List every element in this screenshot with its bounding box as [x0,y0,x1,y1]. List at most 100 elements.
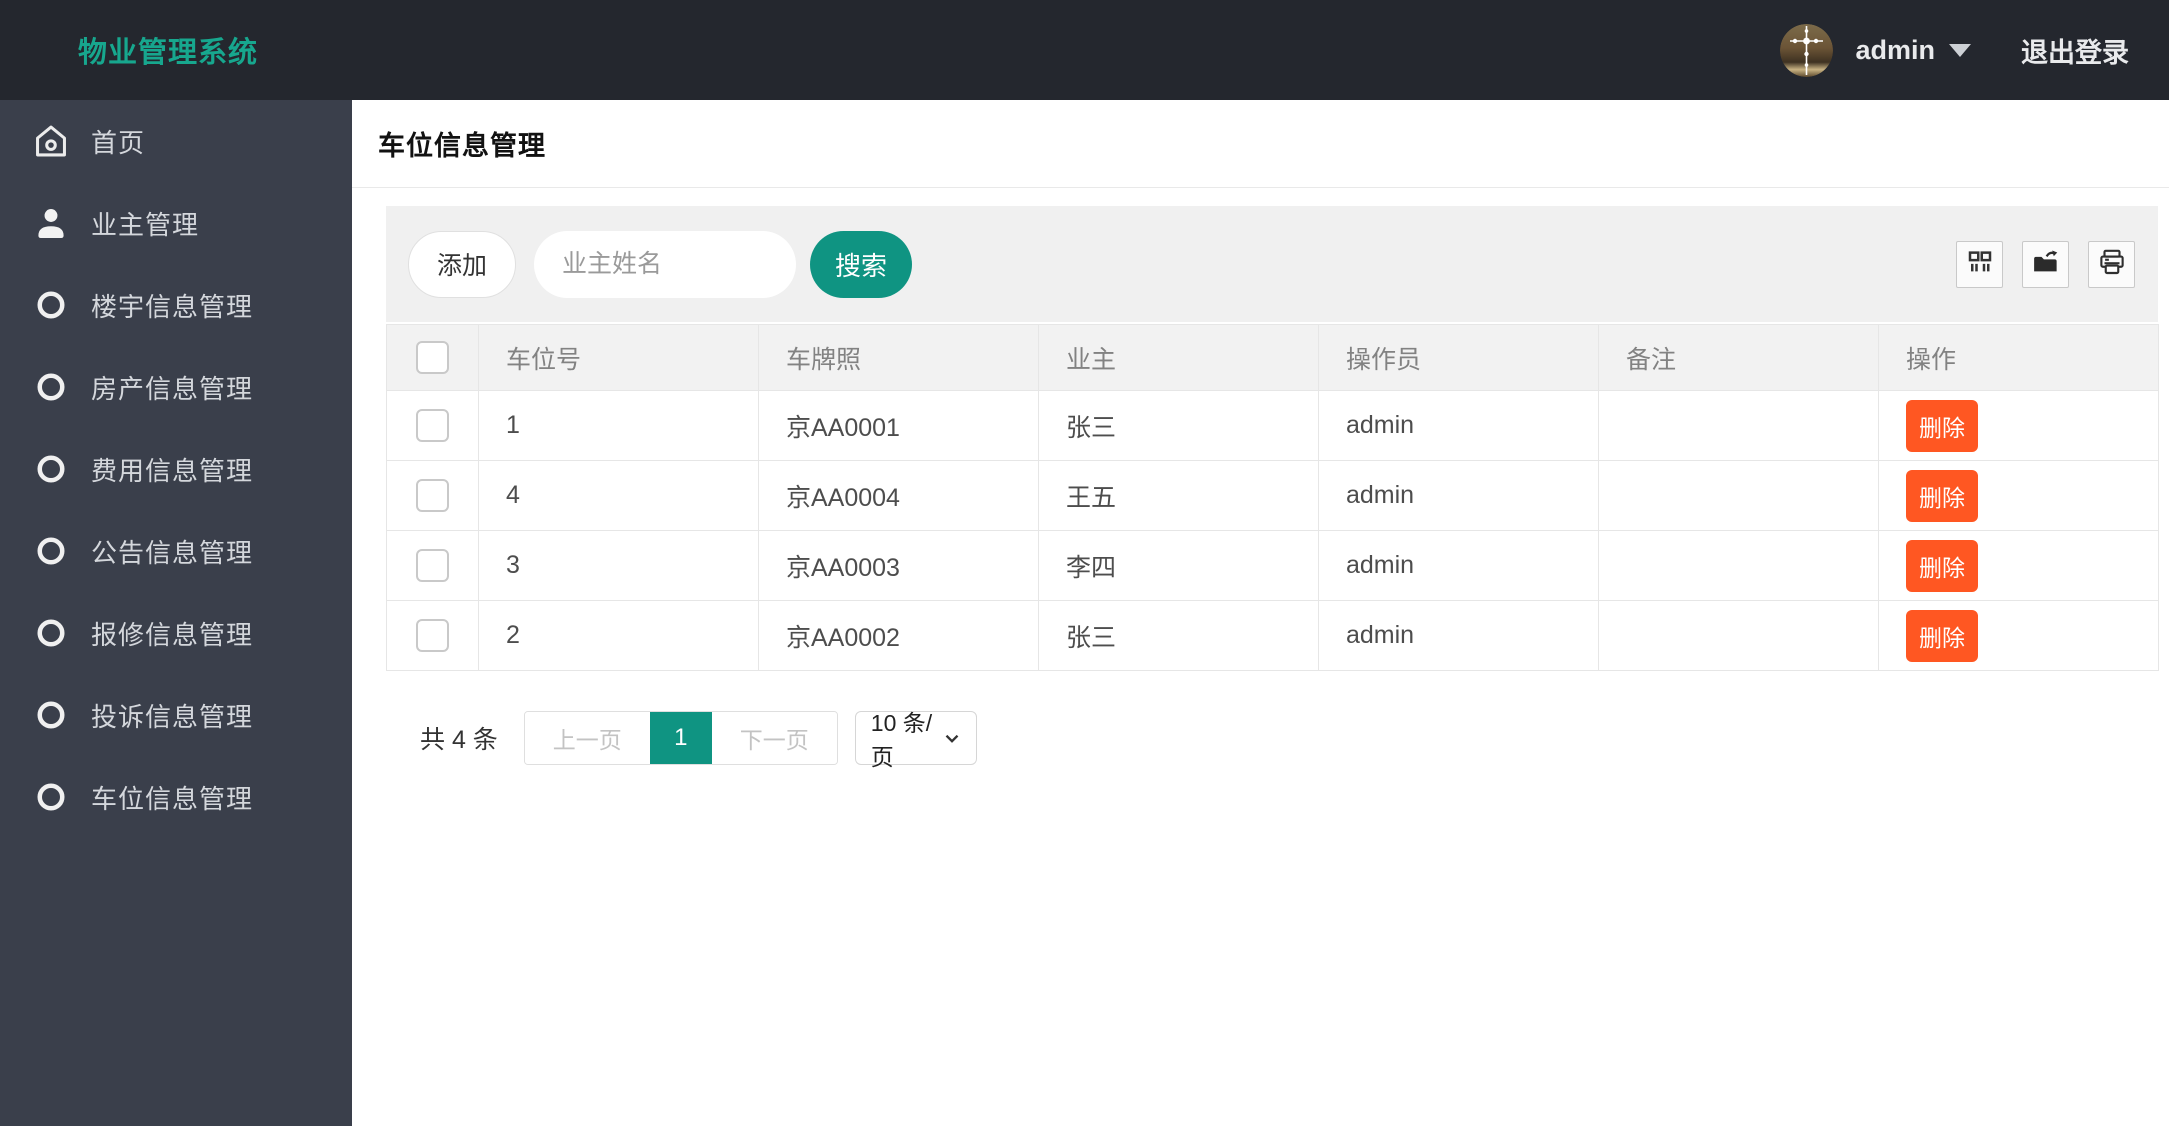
search-input[interactable] [534,230,797,298]
column-header: 车位号 [478,324,759,391]
column-header: 业主 [1038,324,1319,391]
table-cell: 王五 [1038,460,1319,531]
caret-down-icon [1949,43,1971,57]
circle-icon [31,531,71,571]
sidebar-item-2[interactable]: 楼宇信息管理 [0,264,352,346]
table-cell: 张三 [1038,600,1319,671]
circle-icon [31,367,71,407]
table-cell [1598,390,1879,461]
add-button[interactable]: 添加 [408,230,517,298]
delete-button[interactable]: 删除 [1906,469,1978,522]
sidebar-menu: 首页业主管理楼宇信息管理 房产信息管理 费用信息管理 公告信息管理 报修信息管理 投诉信息… [0,100,352,838]
sidebar-item-label: 公告信息管理 [91,537,254,568]
table-cell: admin [1318,530,1599,601]
page-size-select[interactable]: 10 条/页 [854,710,977,770]
circle-icon [31,449,71,489]
table-cell: 李四 [1038,530,1319,601]
table-cell [1598,460,1879,531]
topbar-right: admin 退出登录 [1780,23,2129,77]
circle-icon [31,285,71,325]
parking-table: 车位号 车牌照 业主 操作员 备注 操作 1 京AA0001 张三 admin 删除 4 京AA000… [386,324,2159,671]
table-cell: admin [1318,600,1599,671]
sidebar-item-label: 报修信息管理 [91,619,254,650]
column-header: 备注 [1598,324,1879,391]
select-all-checkbox[interactable] [416,341,449,374]
sidebar-item-label: 业主管理 [91,209,200,240]
table-cell [1598,600,1879,671]
sidebar-item-1[interactable]: 业主管理 [0,182,352,264]
circle-icon [31,613,71,653]
table-row: 3 京AA0003 李四 admin 删除 [386,530,2159,601]
prev-page-button[interactable]: 上一页 [524,712,650,764]
row-checkbox[interactable] [416,619,449,652]
table-cell: admin [1318,460,1599,531]
app-title: 物业管理系统 [78,37,259,69]
sidebar-item-0[interactable]: 首页 [0,100,352,182]
toolbar-icon-group [1956,240,2135,288]
user-icon [31,203,71,243]
sidebar-item-label: 房产信息管理 [91,373,254,404]
table-cell: 1 [478,390,759,461]
sidebar-item-8[interactable]: 车位信息管理 [0,756,352,838]
avatar[interactable] [1780,23,1834,77]
page-size-value: 10 条/页 [870,710,933,770]
delete-button[interactable]: 删除 [1906,539,1978,592]
export-icon [2031,247,2061,282]
sidebar-item-label: 车位信息管理 [91,783,254,814]
sidebar-item-5[interactable]: 公告信息管理 [0,510,352,592]
logout-button[interactable]: 退出登录 [2021,31,2129,70]
home-icon [31,121,71,161]
table-cell: admin [1318,390,1599,461]
table-cell: 张三 [1038,390,1319,461]
table-row: 4 京AA0004 王五 admin 删除 [386,460,2159,531]
next-page-button[interactable]: 下一页 [711,712,837,764]
sidebar-item-label: 首页 [91,127,146,158]
search-button[interactable]: 搜索 [810,230,913,298]
table-cell: 4 [478,460,759,531]
columns-toggle-button[interactable] [1956,240,2003,288]
print-button[interactable] [2088,240,2135,288]
sidebar-item-7[interactable]: 投诉信息管理 [0,674,352,756]
topbar: 物业管理系统 admin 退出登录 [0,0,2169,100]
columns-icon [1965,247,1995,282]
current-page-button[interactable]: 1 [649,712,712,764]
table-cell: 3 [478,530,759,601]
export-button[interactable] [2022,240,2069,288]
table-cell: 京AA0002 [758,600,1039,671]
toolbar: 添加 搜索 [386,206,2158,322]
table-cell: 京AA0003 [758,530,1039,601]
column-header: 车牌照 [758,324,1039,391]
pager: 上一页 1 下一页 [523,711,838,765]
user-menu[interactable]: admin [1855,35,1971,66]
main-content: 车位信息管理 添加 搜索 [352,100,2169,1126]
total-count: 共 4 条 [420,726,498,754]
delete-button[interactable]: 删除 [1906,609,1978,662]
sidebar-item-label: 楼宇信息管理 [91,291,254,322]
sidebar-item-label: 费用信息管理 [91,455,254,486]
chevron-down-icon [941,727,963,749]
row-checkbox[interactable] [416,549,449,582]
table-cell: 2 [478,600,759,671]
table-cell [1598,530,1879,601]
table-cell: 京AA0004 [758,460,1039,531]
row-checkbox[interactable] [416,479,449,512]
sidebar-item-6[interactable]: 报修信息管理 [0,592,352,674]
table-header-row: 车位号 车牌照 业主 操作员 备注 操作 [386,324,2159,391]
sidebar-item-4[interactable]: 费用信息管理 [0,428,352,510]
circle-icon [31,695,71,735]
table-row: 1 京AA0001 张三 admin 删除 [386,390,2159,461]
table-cell: 京AA0001 [758,390,1039,461]
username: admin [1855,34,1935,65]
circle-icon [31,777,71,817]
column-header: 操作员 [1318,324,1599,391]
print-icon [2097,247,2127,282]
table-row: 2 京AA0002 张三 admin 删除 [386,600,2159,671]
row-checkbox[interactable] [416,409,449,442]
avatar-image [1780,23,1834,77]
pagination: 共 4 条 上一页 1 下一页 10 条/页 [420,710,2158,770]
column-header: 操作 [1878,324,2159,391]
sidebar: 首页业主管理楼宇信息管理 房产信息管理 费用信息管理 公告信息管理 报修信息管理 投诉信息… [0,100,352,1126]
sidebar-item-label: 投诉信息管理 [91,701,254,732]
sidebar-item-3[interactable]: 房产信息管理 [0,346,352,428]
delete-button[interactable]: 删除 [1906,399,1978,452]
